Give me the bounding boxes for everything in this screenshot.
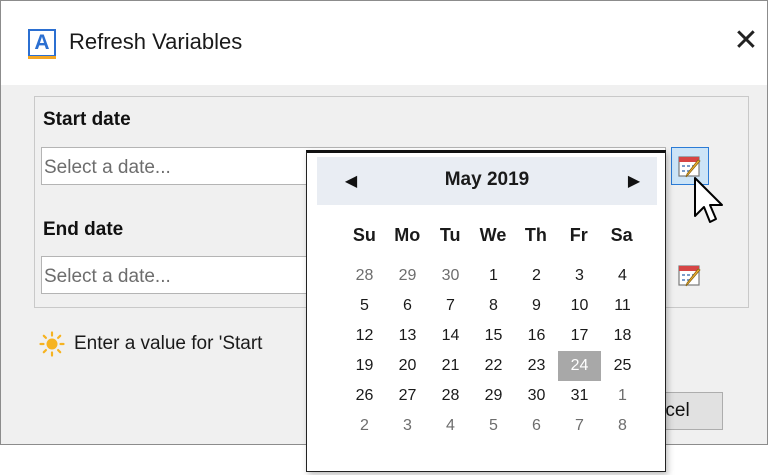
calendar-day[interactable]: 1 bbox=[601, 381, 644, 411]
calendar-day[interactable]: 22 bbox=[472, 351, 515, 381]
calendar-day[interactable]: 11 bbox=[601, 291, 644, 321]
calendar-day[interactable]: 10 bbox=[558, 291, 601, 321]
start-date-label: Start date bbox=[43, 109, 131, 130]
calendar-day[interactable]: 3 bbox=[386, 411, 429, 441]
calendar-day[interactable]: 14 bbox=[429, 321, 472, 351]
calendar-day[interactable]: 25 bbox=[601, 351, 644, 381]
end-date-label: End date bbox=[43, 219, 124, 240]
window-title: Refresh Variables bbox=[69, 29, 243, 54]
calendar-day[interactable]: 5 bbox=[472, 411, 515, 441]
calendar-day[interactable]: 9 bbox=[515, 291, 558, 321]
month-year-label[interactable]: May 2019 bbox=[317, 169, 657, 191]
calendar-day[interactable]: 7 bbox=[429, 291, 472, 321]
calendar-day[interactable]: 27 bbox=[386, 381, 429, 411]
weekday-label: Sa bbox=[610, 225, 633, 245]
calendar-day[interactable]: 26 bbox=[343, 381, 386, 411]
weekday-label: We bbox=[479, 225, 507, 245]
mouse-pointer-icon bbox=[694, 177, 723, 223]
calendar-day-grid: 28 29 30 1 2 3 4 5 6 7 8 9 10 11 12 13 14 15 16 17 18 19 20 21 2… bbox=[343, 261, 644, 441]
calendar-day[interactable]: 5 bbox=[343, 291, 386, 321]
calendar-day[interactable]: 2 bbox=[515, 261, 558, 291]
date-picker-popup: ◀ May 2019 ▶ Su Mo Tu We Th Fr Sa 28 29 30 1 2 3 4 5 6… bbox=[306, 150, 666, 472]
weekday-label: Th bbox=[524, 225, 547, 245]
calendar-day[interactable]: 8 bbox=[472, 291, 515, 321]
weekday-label: Tu bbox=[439, 225, 461, 245]
validation-message: Enter a value for 'Start bbox=[74, 333, 263, 354]
calendar-day[interactable]: 29 bbox=[386, 261, 429, 291]
calendar-day[interactable]: 13 bbox=[386, 321, 429, 351]
calendar-day[interactable]: 4 bbox=[601, 261, 644, 291]
next-month-button[interactable]: ▶ bbox=[622, 169, 646, 193]
close-button[interactable]: ✕ bbox=[726, 21, 766, 61]
calendar-day[interactable]: 8 bbox=[601, 411, 644, 441]
calendar-day[interactable]: 12 bbox=[343, 321, 386, 351]
weekday-label: Mo bbox=[394, 225, 421, 245]
calendar-day[interactable]: 6 bbox=[515, 411, 558, 441]
calendar-day[interactable]: 28 bbox=[343, 261, 386, 291]
calendar-day[interactable]: 16 bbox=[515, 321, 558, 351]
calendar-day[interactable]: 3 bbox=[558, 261, 601, 291]
calendar-day[interactable]: 18 bbox=[601, 321, 644, 351]
weekday-header-row: Su Mo Tu We Th Fr Sa bbox=[343, 225, 643, 246]
calendar-day[interactable]: 30 bbox=[515, 381, 558, 411]
calendar-day[interactable]: 4 bbox=[429, 411, 472, 441]
end-date-calendar-button[interactable] bbox=[671, 256, 709, 294]
calendar-day[interactable]: 2 bbox=[343, 411, 386, 441]
calendar-day[interactable]: 7 bbox=[558, 411, 601, 441]
calendar-pencil-icon bbox=[678, 265, 701, 287]
calendar-day[interactable]: 20 bbox=[386, 351, 429, 381]
calendar-day[interactable]: 30 bbox=[429, 261, 472, 291]
calendar-day[interactable]: 6 bbox=[386, 291, 429, 321]
calendar-day[interactable]: 19 bbox=[343, 351, 386, 381]
calendar-day[interactable]: 1 bbox=[472, 261, 515, 291]
sun-icon bbox=[39, 331, 65, 357]
app-logo-icon: A bbox=[28, 29, 56, 59]
weekday-label: Fr bbox=[569, 225, 588, 245]
calendar-day[interactable]: 21 bbox=[429, 351, 472, 381]
calendar-day[interactable]: 29 bbox=[472, 381, 515, 411]
calendar-day[interactable]: 15 bbox=[472, 321, 515, 351]
calendar-day-selected[interactable]: 24 bbox=[558, 351, 601, 381]
calendar-day[interactable]: 17 bbox=[558, 321, 601, 351]
title-bar: A Refresh Variables ✕ bbox=[1, 1, 767, 85]
calendar-day[interactable]: 31 bbox=[558, 381, 601, 411]
calendar-day[interactable]: 23 bbox=[515, 351, 558, 381]
calendar-header: ◀ May 2019 ▶ bbox=[317, 157, 657, 205]
weekday-label: Su bbox=[352, 225, 376, 245]
calendar-day[interactable]: 28 bbox=[429, 381, 472, 411]
